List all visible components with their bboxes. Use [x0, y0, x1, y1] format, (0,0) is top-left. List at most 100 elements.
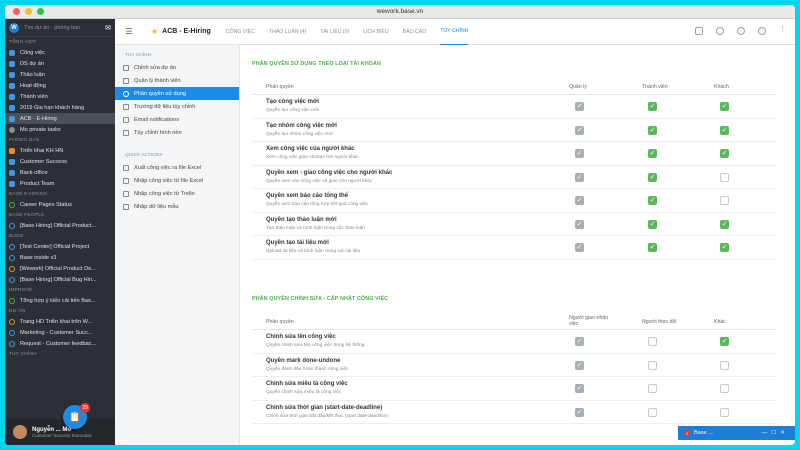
permission-checkbox[interactable] — [720, 172, 729, 182]
settings-icon[interactable] — [737, 27, 745, 35]
tab-item[interactable]: TÀI LIỆU (0) — [320, 19, 349, 45]
sidebar-item[interactable]: Product Team — [5, 178, 115, 189]
permission-checkbox[interactable]: ✓ — [575, 102, 584, 111]
permission-checkbox[interactable] — [720, 196, 729, 205]
subnav-item[interactable]: Quản lý thành viên — [115, 74, 239, 87]
project-icon — [9, 147, 15, 154]
sidebar-item[interactable]: Request - Customer feedbac... — [5, 338, 115, 349]
permission-checkbox[interactable]: ✓ — [720, 219, 729, 229]
project-icon — [9, 169, 15, 176]
sidebar-item-label: Triển khai KH HN — [20, 147, 64, 154]
permission-checkbox[interactable]: ✓ — [720, 125, 729, 135]
info-icon[interactable] — [758, 27, 766, 35]
permission-checkbox[interactable]: ✓ — [648, 243, 657, 252]
subnav-item[interactable]: Nhập công việc từ Trello — [115, 187, 239, 200]
subnav-item[interactable]: Tùy chỉnh hình nền — [115, 126, 239, 139]
app-logo-icon[interactable]: W — [9, 22, 19, 33]
permission-checkbox[interactable]: ✓ — [648, 196, 657, 205]
sidebar-item[interactable]: Career Pages Status — [5, 199, 115, 210]
permission-checkbox[interactable] — [720, 384, 729, 393]
permission-checkbox[interactable]: ✓ — [648, 149, 657, 158]
subnav-item[interactable]: Phân quyền sử dụng — [115, 87, 239, 100]
sidebar-item[interactable]: DS dự án — [5, 58, 115, 69]
menu-icon[interactable]: ☰ — [119, 27, 139, 36]
permission-checkbox[interactable]: ✓ — [575, 337, 584, 346]
search-icon[interactable] — [716, 27, 724, 35]
grid-icon[interactable] — [695, 27, 703, 35]
sidebar-item[interactable]: Base inside v3 — [5, 252, 115, 263]
permission-checkbox[interactable]: ✓ — [648, 219, 657, 229]
chat-badge: 2 — [684, 430, 690, 436]
tab-item[interactable]: TÙY CHỈNH — [440, 19, 469, 45]
subnav-icon — [123, 77, 129, 84]
permission-checkbox[interactable] — [648, 407, 657, 417]
sidebar-item[interactable]: Triển khai KH HN — [5, 145, 115, 156]
subnav-item[interactable]: Nhập dữ liệu mẫu — [115, 200, 239, 213]
permission-checkbox[interactable]: ✓ — [575, 172, 584, 182]
permission-checkbox[interactable]: ✓ — [575, 384, 584, 393]
subnav-icon — [123, 64, 129, 71]
sidebar-item[interactable]: Back-office — [5, 167, 115, 178]
permission-checkbox[interactable] — [720, 360, 729, 370]
sidebar-search[interactable]: Tìm dự án · phòng ban — [24, 25, 105, 31]
sidebar-item[interactable]: Customer Success — [5, 156, 115, 167]
permission-checkbox[interactable]: ✓ — [720, 243, 729, 252]
sidebar-item[interactable]: Hoạt động — [5, 80, 115, 91]
permission-checkbox[interactable]: ✓ — [575, 360, 584, 370]
sidebar-item[interactable]: [Wework] Official Product De... — [5, 263, 115, 274]
project-icon — [9, 340, 15, 347]
sidebar-item[interactable]: Trang HD Triển khai trên W... — [5, 316, 115, 327]
permission-checkbox[interactable]: ✓ — [720, 149, 729, 158]
subnav-item-label: Phân quyền sử dụng — [134, 90, 186, 97]
sidebar-item[interactable]: [Base Hiring] Official Product... — [5, 220, 115, 231]
permission-checkbox[interactable]: ✓ — [575, 125, 584, 135]
tab-item[interactable]: BÁO CÁO — [403, 19, 427, 45]
permission-checkbox[interactable]: ✓ — [575, 407, 584, 417]
permission-checkbox[interactable] — [648, 337, 657, 346]
sidebar-item[interactable]: Thành viên — [5, 91, 115, 102]
sidebar-item[interactable]: Thảo luận — [5, 69, 115, 80]
subnav-item[interactable]: Xuất công việc ra file Excel — [115, 161, 239, 174]
table-header: Phân quyền Người giao-nhận việc Người theo… — [252, 312, 776, 330]
subnav-item-label: Quản lý thành viên — [134, 77, 181, 84]
task-fab-button[interactable]: 📋 29 — [63, 403, 90, 429]
subnav-icon — [123, 203, 129, 210]
subnav-item[interactable]: Email notifications — [115, 113, 239, 126]
star-icon[interactable]: ★ — [151, 27, 158, 36]
permission-checkbox[interactable]: ✓ — [575, 196, 584, 205]
sidebar-item[interactable]: ACB - E-Hiring — [5, 113, 115, 124]
sidebar-item[interactable]: Mo private tasks — [5, 124, 115, 135]
sidebar-item[interactable]: Tổng hợp ý kiến cải tiến Bas... — [5, 295, 115, 306]
permission-checkbox[interactable]: ✓ — [575, 149, 584, 158]
subnav-item[interactable]: Chỉnh sửa dự án — [115, 61, 239, 74]
subnav-item[interactable]: Trường dữ liệu tùy chỉnh — [115, 100, 239, 113]
sidebar-item-label: [Base Hiring] Official Product... — [20, 222, 97, 229]
bell-icon[interactable]: ✉ — [105, 24, 111, 32]
permission-checkbox[interactable]: ✓ — [648, 125, 657, 135]
more-icon[interactable]: ⋮ — [779, 26, 787, 35]
permission-checkbox[interactable]: ✓ — [575, 219, 584, 229]
avatar[interactable] — [13, 425, 27, 439]
permission-checkbox[interactable]: ✓ — [720, 102, 729, 111]
sidebar-item[interactable]: [Test Center] Official Project — [5, 241, 115, 252]
subnav-icon — [123, 90, 129, 97]
permission-checkbox[interactable] — [648, 360, 657, 370]
permission-checkbox[interactable]: ✓ — [648, 102, 657, 111]
permission-checkbox[interactable]: ✓ — [575, 243, 584, 252]
sidebar-item[interactable]: Công việc — [5, 47, 115, 58]
tab-item[interactable]: LỊCH BIỂU — [363, 19, 388, 45]
chat-bar[interactable]: 2 Base ... ―☐✕ — [678, 426, 795, 440]
sidebar-item[interactable]: Marketing - Customer Succ... — [5, 327, 115, 338]
chat-controls-icon[interactable]: ―☐✕ — [762, 430, 789, 436]
permission-checkbox[interactable] — [720, 407, 729, 417]
tab-item[interactable]: CÔNG VIỆC — [226, 19, 255, 45]
column-header: Phân quyền — [266, 319, 294, 325]
tab-item[interactable]: THẢO LUẬN (4) — [269, 19, 306, 45]
subnav-item[interactable]: Nhập công việc từ file Excel — [115, 174, 239, 187]
permission-checkbox[interactable]: ✓ — [720, 337, 729, 346]
permission-checkbox[interactable]: ✓ — [648, 172, 657, 182]
permission-checkbox[interactable] — [648, 384, 657, 393]
sidebar-item[interactable]: [Base Hiring] Official Bug Hin... — [5, 274, 115, 285]
user-profile[interactable]: Nguyễn ... Mơ Customer Success Executive — [5, 419, 115, 445]
sidebar-item[interactable]: 2019 Gia hạn khách hàng — [5, 102, 115, 113]
